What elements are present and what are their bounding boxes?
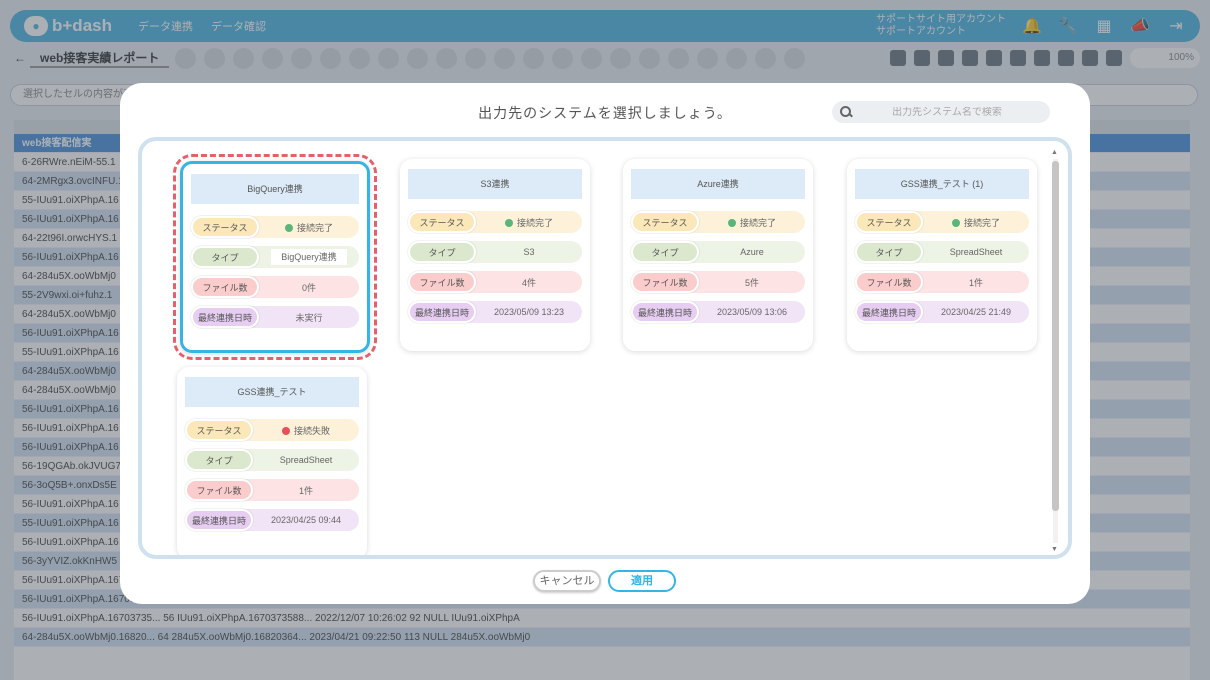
files-value: 4件 bbox=[521, 277, 536, 288]
card-title: BigQuery連携 bbox=[191, 174, 359, 204]
last-sync-label: 最終連携日時 bbox=[408, 301, 476, 323]
scroll-up-icon[interactable]: ▲ bbox=[1051, 149, 1058, 156]
error-circle-icon bbox=[281, 426, 290, 435]
type-label: タイプ bbox=[408, 241, 476, 263]
system-card[interactable]: GSS連携_テスト ステータス 接続失敗 タイプ SpreadSheet ファイ… bbox=[177, 367, 367, 555]
files-value: 1件 bbox=[298, 485, 313, 496]
last-sync-row: 最終連携日時 2023/04/25 09:44 bbox=[185, 509, 359, 531]
check-circle-icon bbox=[504, 218, 513, 227]
check-circle-icon bbox=[951, 218, 960, 227]
scroll-thumb[interactable] bbox=[1052, 161, 1059, 511]
search-icon bbox=[840, 106, 852, 118]
card-list-scrollbar[interactable]: ▲ ▼ bbox=[1050, 149, 1060, 553]
output-system-modal: 出力先のシステムを選択しましょう。 BigQuery連携 ステータス 接続完了 … bbox=[120, 83, 1090, 604]
check-circle-icon bbox=[727, 218, 736, 227]
status-value: 接続完了 bbox=[699, 216, 805, 229]
files-label: ファイル数 bbox=[185, 479, 253, 501]
type-label: タイプ bbox=[185, 449, 253, 471]
type-value: Azure bbox=[740, 247, 764, 257]
status-row: ステータス 接続完了 bbox=[408, 211, 582, 233]
status-label: ステータス bbox=[855, 211, 923, 233]
system-card[interactable]: BigQuery連携 ステータス 接続完了 タイプ BigQuery連携 ファイ… bbox=[173, 154, 377, 360]
last-sync-label: 最終連携日時 bbox=[855, 301, 923, 323]
last-sync-row: 最終連携日時 2023/05/09 13:23 bbox=[408, 301, 582, 323]
status-label: ステータス bbox=[191, 216, 259, 238]
files-value: 0件 bbox=[301, 282, 316, 293]
type-label: タイプ bbox=[191, 246, 259, 268]
card-title: S3連携 bbox=[408, 169, 582, 199]
last-sync-value: 2023/05/09 13:23 bbox=[493, 307, 565, 317]
card-title: GSS連携_テスト bbox=[185, 377, 359, 407]
files-row: ファイル数 0件 bbox=[191, 276, 359, 298]
system-card-list: BigQuery連携 ステータス 接続完了 タイプ BigQuery連携 ファイ… bbox=[138, 137, 1072, 559]
status-row: ステータス 接続完了 bbox=[855, 211, 1029, 233]
status-row: ステータス 接続失敗 bbox=[185, 419, 359, 441]
apply-button[interactable]: 適用 bbox=[608, 570, 676, 592]
last-sync-label: 最終連携日時 bbox=[191, 306, 259, 328]
card-title: GSS連携_テスト (1) bbox=[855, 169, 1029, 199]
system-card[interactable]: GSS連携_テスト (1) ステータス 接続完了 タイプ SpreadSheet… bbox=[847, 159, 1037, 351]
status-value: 接続完了 bbox=[259, 221, 359, 234]
files-label: ファイル数 bbox=[855, 271, 923, 293]
system-card[interactable]: S3連携 ステータス 接続完了 タイプ S3 ファイル数 4件 最終連携日時 2… bbox=[400, 159, 590, 351]
last-sync-value: 2023/04/25 09:44 bbox=[270, 515, 342, 525]
type-row: タイプ Azure bbox=[631, 241, 805, 263]
last-sync-value: 未実行 bbox=[295, 312, 323, 323]
type-value: SpreadSheet bbox=[279, 455, 333, 465]
files-label: ファイル数 bbox=[191, 276, 259, 298]
card-title: Azure連携 bbox=[631, 169, 805, 199]
files-value: 5件 bbox=[744, 277, 759, 288]
files-label: ファイル数 bbox=[631, 271, 699, 293]
status-value: 接続完了 bbox=[476, 216, 582, 229]
files-row: ファイル数 4件 bbox=[408, 271, 582, 293]
files-row: ファイル数 1件 bbox=[855, 271, 1029, 293]
last-sync-value: 2023/05/09 13:06 bbox=[716, 307, 788, 317]
check-circle-icon bbox=[284, 223, 293, 232]
system-search-input[interactable] bbox=[852, 106, 1042, 118]
scroll-down-icon[interactable]: ▼ bbox=[1051, 546, 1058, 553]
type-value: S3 bbox=[523, 247, 535, 257]
last-sync-value: 2023/04/25 21:49 bbox=[940, 307, 1012, 317]
type-value: BigQuery連携 bbox=[271, 249, 347, 265]
status-row: ステータス 接続完了 bbox=[631, 211, 805, 233]
status-value: 接続完了 bbox=[923, 216, 1029, 229]
last-sync-row: 最終連携日時 未実行 bbox=[191, 306, 359, 328]
type-label: タイプ bbox=[631, 241, 699, 263]
last-sync-row: 最終連携日時 2023/05/09 13:06 bbox=[631, 301, 805, 323]
status-label: ステータス bbox=[631, 211, 699, 233]
last-sync-label: 最終連携日時 bbox=[185, 509, 253, 531]
status-label: ステータス bbox=[185, 419, 253, 441]
type-row: タイプ SpreadSheet bbox=[855, 241, 1029, 263]
status-value: 接続失敗 bbox=[253, 424, 359, 437]
files-value: 1件 bbox=[968, 277, 983, 288]
last-sync-row: 最終連携日時 2023/04/25 21:49 bbox=[855, 301, 1029, 323]
system-search bbox=[832, 101, 1050, 123]
last-sync-label: 最終連携日時 bbox=[631, 301, 699, 323]
status-row: ステータス 接続完了 bbox=[191, 216, 359, 238]
type-value: SpreadSheet bbox=[949, 247, 1003, 257]
type-row: タイプ S3 bbox=[408, 241, 582, 263]
type-label: タイプ bbox=[855, 241, 923, 263]
files-label: ファイル数 bbox=[408, 271, 476, 293]
type-row: タイプ SpreadSheet bbox=[185, 449, 359, 471]
files-row: ファイル数 1件 bbox=[185, 479, 359, 501]
status-label: ステータス bbox=[408, 211, 476, 233]
files-row: ファイル数 5件 bbox=[631, 271, 805, 293]
cancel-button[interactable]: キャンセル bbox=[533, 570, 601, 592]
type-row: タイプ BigQuery連携 bbox=[191, 246, 359, 268]
system-card[interactable]: Azure連携 ステータス 接続完了 タイプ Azure ファイル数 5件 最終… bbox=[623, 159, 813, 351]
